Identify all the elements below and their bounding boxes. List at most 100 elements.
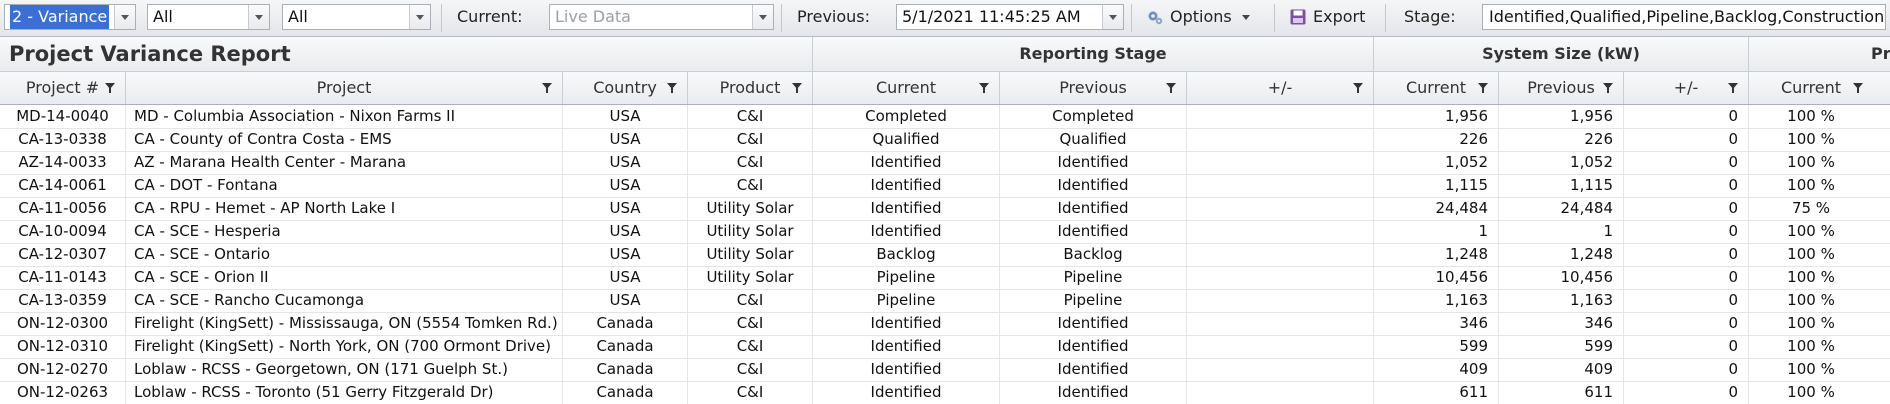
filter-select-1[interactable]: All bbox=[147, 4, 270, 30]
chevron-down-icon[interactable] bbox=[752, 5, 773, 29]
cell-pct-current: 100 % bbox=[1748, 266, 1873, 289]
filter-icon[interactable] bbox=[979, 83, 989, 93]
cell-project-number: MD-14-0040 bbox=[16, 107, 109, 125]
filter-select-2[interactable]: All bbox=[282, 4, 431, 30]
previous-snapshot-select[interactable]: 5/1/2021 11:45:25 AM bbox=[896, 4, 1124, 30]
cell-stage-delta bbox=[1186, 197, 1373, 220]
table-row[interactable]: CA-14-0061 CA - DOT - Fontana USA C&I Identi… bbox=[0, 174, 1890, 198]
filter-icon[interactable] bbox=[1353, 83, 1363, 93]
cell-size-delta: 0 bbox=[1623, 220, 1748, 243]
table-row[interactable]: CA-10-0094 CA - SCE - Hesperia USA Utility … bbox=[0, 220, 1890, 244]
export-button[interactable]: Export bbox=[1289, 4, 1365, 30]
filter-icon[interactable] bbox=[1166, 83, 1176, 93]
column-header-pct-current[interactable]: Current bbox=[1748, 72, 1873, 104]
chevron-down-icon[interactable] bbox=[248, 5, 269, 29]
cell-size-current: 226 bbox=[1373, 128, 1498, 151]
filter-icon[interactable] bbox=[542, 83, 552, 93]
cell-size-current: 409 bbox=[1373, 358, 1498, 381]
table-row[interactable]: CA-13-0359 CA - SCE - Rancho Cucamonga USA… bbox=[0, 289, 1890, 313]
cell-stage-current: Identified bbox=[812, 381, 999, 404]
column-header-size-delta[interactable]: +/- bbox=[1623, 72, 1748, 104]
column-header-country[interactable]: Country bbox=[562, 72, 687, 104]
column-header-stage-current[interactable]: Current bbox=[812, 72, 999, 104]
cell-project: CA - RPU - Hemet - AP North Lake I bbox=[125, 197, 562, 220]
stage-filter-input[interactable]: Identified,Qualified,Pipeline,Backlog,Co… bbox=[1482, 4, 1886, 30]
table-row[interactable]: ON-12-0270 Loblaw - RCSS - Georgetown, ON… bbox=[0, 358, 1890, 382]
table-row[interactable]: CA-13-0338 CA - County of Contra Costa - … bbox=[0, 128, 1890, 152]
table-row[interactable]: ON-12-0263 Loblaw - RCSS - Toronto (51 Ge… bbox=[0, 381, 1890, 404]
cell-size-previous: 409 bbox=[1498, 358, 1623, 381]
view-select[interactable]: 2 - Variance bbox=[4, 4, 136, 30]
column-header-size-current[interactable]: Current bbox=[1373, 72, 1498, 104]
cell-size-previous: 10,456 bbox=[1498, 266, 1623, 289]
cell-pct-current: 100 % bbox=[1748, 151, 1873, 174]
chevron-down-icon[interactable] bbox=[114, 5, 135, 29]
column-header-label: Project # bbox=[25, 78, 100, 97]
table-row[interactable]: ON-12-0300 Firelight (KingSett) - Mississ… bbox=[0, 312, 1890, 336]
toolbar: 2 - Variance All All Current: Live Data … bbox=[0, 0, 1890, 37]
cell-stage-delta bbox=[1186, 128, 1373, 151]
table-row[interactable]: AZ-14-0033 AZ - Marana Health Center - Ma… bbox=[0, 151, 1890, 175]
cell-stage-previous: Pipeline bbox=[999, 289, 1186, 312]
column-header-product[interactable]: Product bbox=[687, 72, 812, 104]
chevron-down-icon[interactable] bbox=[409, 5, 430, 29]
column-header-label: Previous bbox=[1527, 78, 1595, 97]
cell-country: USA bbox=[562, 128, 687, 151]
cell-product: Utility Solar bbox=[687, 220, 812, 243]
cell-country: USA bbox=[562, 266, 687, 289]
cell-project-number: CA-14-0061 bbox=[18, 176, 107, 194]
column-header-project[interactable]: Project bbox=[125, 72, 562, 104]
cell-size-previous: 599 bbox=[1498, 335, 1623, 358]
cell-project-number: CA-12-0307 bbox=[18, 245, 107, 263]
cell-pct-current: 100 % bbox=[1748, 289, 1873, 312]
cell-size-delta: 0 bbox=[1623, 358, 1748, 381]
column-header-stage-previous[interactable]: Previous bbox=[999, 72, 1186, 104]
cell-size-current: 1,956 bbox=[1373, 105, 1498, 128]
current-snapshot-select[interactable]: Live Data bbox=[549, 4, 774, 30]
cell-size-delta: 0 bbox=[1623, 312, 1748, 335]
cell-project: Firelight (KingSett) - North York, ON (7… bbox=[125, 335, 562, 358]
cell-project: CA - DOT - Fontana bbox=[125, 174, 562, 197]
table-row[interactable]: CA-11-0143 CA - SCE - Orion II USA Utility … bbox=[0, 266, 1890, 290]
column-header-size-previous[interactable]: Previous bbox=[1498, 72, 1623, 104]
cell-size-delta: 0 bbox=[1623, 197, 1748, 220]
filter-icon[interactable] bbox=[1853, 83, 1863, 93]
cell-size-previous: 346 bbox=[1498, 312, 1623, 335]
table-row[interactable]: ON-12-0310 Firelight (KingSett) - North Y… bbox=[0, 335, 1890, 359]
column-header-stage-delta[interactable]: +/- bbox=[1186, 72, 1373, 104]
filter-icon[interactable] bbox=[1478, 83, 1488, 93]
cell-size-current: 1,248 bbox=[1373, 243, 1498, 266]
cell-pct-current: 100 % bbox=[1748, 243, 1873, 266]
cell-size-previous: 1,956 bbox=[1498, 105, 1623, 128]
cell-size-current: 1,115 bbox=[1373, 174, 1498, 197]
table-row[interactable]: CA-11-0056 CA - RPU - Hemet - AP North La… bbox=[0, 197, 1890, 221]
filter-icon[interactable] bbox=[667, 83, 677, 93]
cell-size-current: 1,163 bbox=[1373, 289, 1498, 312]
cell-project: AZ - Marana Health Center - Marana bbox=[125, 151, 562, 174]
table-row[interactable]: CA-12-0307 CA - SCE - Ontario USA Utility S… bbox=[0, 243, 1890, 267]
save-icon bbox=[1290, 9, 1306, 25]
column-header-label: Country bbox=[593, 78, 657, 97]
cell-stage-previous: Identified bbox=[999, 197, 1186, 220]
cell-pct-current: 100 % bbox=[1748, 105, 1873, 128]
filter-icon[interactable] bbox=[792, 83, 802, 93]
export-label: Export bbox=[1313, 7, 1366, 26]
cell-stage-previous: Identified bbox=[999, 358, 1186, 381]
cell-stage-previous: Identified bbox=[999, 220, 1186, 243]
cell-pct-current: 100 % bbox=[1748, 128, 1873, 151]
filter-select-2-value: All bbox=[288, 7, 308, 26]
column-header-project-number[interactable]: Project # bbox=[0, 72, 125, 104]
cell-country: USA bbox=[562, 174, 687, 197]
options-button[interactable]: Options bbox=[1146, 4, 1250, 30]
cell-size-previous: 1,248 bbox=[1498, 243, 1623, 266]
column-header-row: Project # Project Country Product Curren… bbox=[0, 72, 1890, 105]
filter-icon[interactable] bbox=[1728, 83, 1738, 93]
cell-product: C&I bbox=[687, 289, 812, 312]
cell-pct-current: 100 % bbox=[1748, 312, 1873, 335]
filter-icon[interactable] bbox=[105, 83, 115, 93]
cell-project: CA - SCE - Orion II bbox=[125, 266, 562, 289]
filter-icon[interactable] bbox=[1603, 83, 1613, 93]
cell-stage-delta bbox=[1186, 335, 1373, 358]
chevron-down-icon[interactable] bbox=[1102, 5, 1123, 29]
table-row[interactable]: MD-14-0040 MD - Columbia Association - Ni… bbox=[0, 105, 1890, 129]
